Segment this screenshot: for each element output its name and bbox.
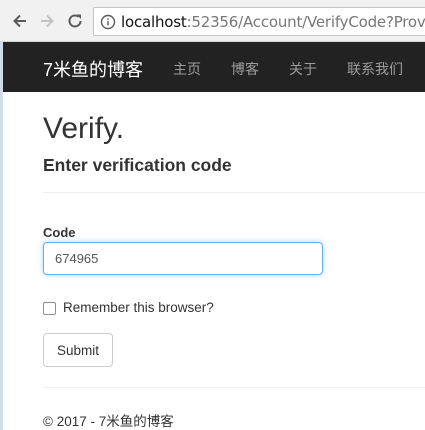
arrow-left-icon [13,14,26,28]
code-input[interactable] [43,242,323,275]
reload-button[interactable] [63,9,87,33]
page-info-icon [100,14,116,30]
page-subtitle: Enter verification code [43,155,232,175]
nav-link-blog[interactable]: 博客 [231,59,259,79]
submit-button[interactable]: Submit [43,333,113,367]
page-title: Verify. [43,112,125,145]
arrow-right-icon [41,14,54,28]
footer-divider [43,387,425,388]
brand-link[interactable]: 7米鱼的博客 [43,56,143,82]
divider [43,192,425,193]
nav-link-home[interactable]: 主页 [173,59,201,79]
remember-browser-checkbox[interactable] [43,302,56,315]
address-bar[interactable]: localhost:52356/Account/VerifyCode?Provi… [93,7,425,36]
nav-link-contact[interactable]: 联系我们 [347,59,403,79]
browser-toolbar: localhost:52356/Account/VerifyCode?Provi… [0,0,425,42]
remember-browser-label[interactable]: Remember this browser? [63,300,214,315]
code-label: Code [43,225,76,240]
reload-icon [68,14,82,28]
nav-link-about[interactable]: 关于 [289,59,317,79]
site-navbar: 7米鱼的博客 主页 博客 关于 联系我们 [3,42,425,92]
url-text: localhost:52356/Account/VerifyCode?Provi… [121,13,425,31]
forward-button[interactable] [35,9,59,33]
footer-text: © 2017 - 7米鱼的博客 [43,414,174,429]
window-edge [0,42,3,430]
back-button[interactable] [8,9,32,33]
